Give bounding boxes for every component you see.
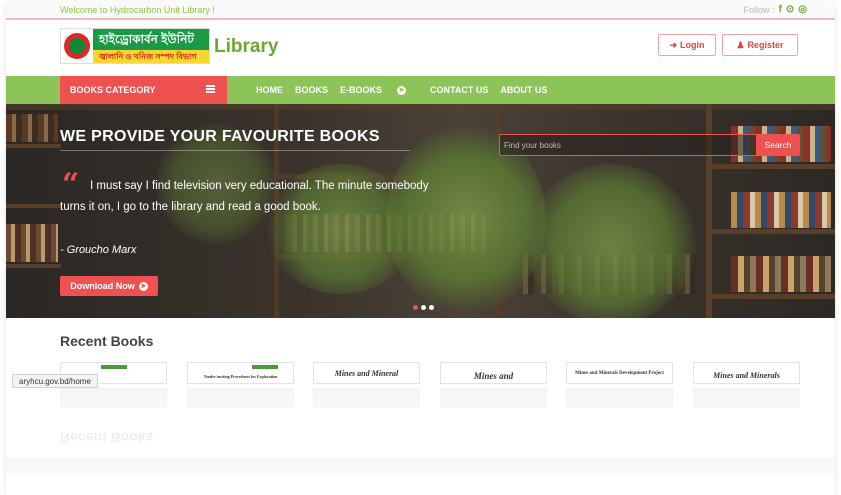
follow-label: Follow : [743,4,775,15]
shelf-decoration [6,264,61,268]
book-cover-logo [101,365,127,369]
logo-subtitle-bn: জ্বালানি ও খনিজ সম্পদ বিভাগ [93,50,209,63]
books-decoration [731,256,831,292]
logo-title-bn: হাইড্রোকার্বন ইউনিট [93,29,209,50]
register-button[interactable]: ♟ Register [722,34,798,56]
quote-author: - Groucho Marx [60,244,137,256]
nav-link-ebooks[interactable]: E-BOOKS ➤ [340,85,418,95]
carousel-dot[interactable] [413,305,418,310]
nav-link-home[interactable]: HOME [256,85,283,95]
search-input[interactable] [499,134,756,156]
follow-links: Follow : f ⊙ ◎ [744,4,807,15]
welcome-text: Welcome to Hydrocarbon Unit Library ! [60,5,215,15]
hero-title: WE PROVIDE YOUR FAVOURITE BOOKS [60,128,380,145]
book-search: Search [499,134,800,156]
book-title: Mines and Minerals Development Project [575,371,664,376]
books-category-button[interactable]: BOOKS CATEGORY [60,76,227,104]
book-cover-logo [252,365,278,369]
hamburger-menu-icon [206,85,215,93]
top-welcome-bar: Welcome to Hydrocarbon Unit Library ! Fo… [6,0,835,20]
book-title: Tender inviting Procedures for Explorati… [203,374,278,379]
book-title: Mines and Mineral [334,369,399,378]
nav-link-about[interactable]: ABOUT US [500,85,547,95]
book-card[interactable]: Mines and Mineral [313,362,420,384]
chevron-right-circle-icon: ➤ [397,85,407,95]
government-seal-icon [61,29,93,63]
book-card[interactable]: Mines and Minerals Development Project [566,362,673,384]
shelf-decoration [706,294,835,299]
brand-name[interactable]: Library [214,36,278,58]
books-decoration [6,224,58,262]
book-card[interactable]: Mines and Minerals [693,362,800,384]
carousel-indicators [413,305,434,310]
carousel-dot[interactable] [421,305,426,310]
hero-quote: I must say I find television very educat… [60,180,429,213]
books-decoration [6,114,58,142]
page-reflection: Recent Books [6,384,835,495]
main-navigation: BOOKS CATEGORY HOME BOOKS E-BOOKS ➤ CONT… [6,76,835,104]
login-button[interactable]: ➜ Login [658,34,716,56]
book-card[interactable]: Mines and [440,362,547,384]
chevron-right-circle-icon: ➤ [138,281,148,291]
download-now-button[interactable]: Download Now ➤ [60,276,158,296]
browser-page: Welcome to Hydrocarbon Unit Library ! Fo… [6,0,835,495]
instagram-icon[interactable]: ◎ [798,4,807,15]
facebook-icon[interactable]: f [779,4,782,15]
site-header: হাইড্রোকার্বন ইউনিট জ্বালানি ও খনিজ সম্প… [6,22,835,76]
shelf-decoration [706,229,835,234]
book-card[interactable]: Tender inviting Procedures for Explorati… [187,362,294,384]
login-label: Login [680,40,705,50]
browser-status-url: aryhcu.gov.bd/home [12,374,98,388]
book-title: Mines and [473,371,514,381]
download-now-label: Download Now [70,281,135,291]
hero-title-underline [60,150,410,151]
book-title: Mines and Minerals [713,371,780,380]
shelf-decoration [6,144,61,148]
nav-link-contact[interactable]: CONTACT US [430,85,488,95]
user-plus-icon: ♟ [736,39,745,50]
books-decoration [731,192,831,228]
books-category-label: BOOKS CATEGORY [70,85,156,95]
site-logo[interactable]: হাইড্রোকার্বন ইউনিট জ্বালানি ও খনিজ সম্প… [60,28,210,64]
github-icon[interactable]: ⊙ [786,4,794,15]
shelf-decoration [6,204,61,208]
plant-decoration [526,164,696,318]
register-label: Register [747,40,784,50]
nav-link-books[interactable]: BOOKS [295,85,328,95]
hero-banner: WE PROVIDE YOUR FAVOURITE BOOKS “ I must… [6,104,835,318]
recent-books-list: Tender inviting Procedures for Explorati… [60,362,820,384]
sign-in-icon: ➜ [669,39,678,50]
search-button[interactable]: Search [756,134,800,156]
carousel-dot[interactable] [429,305,434,310]
recent-books-heading: Recent Books [60,333,154,349]
nav-link-ebooks-label: E-BOOKS [340,85,383,95]
shelf-decoration [706,164,835,169]
